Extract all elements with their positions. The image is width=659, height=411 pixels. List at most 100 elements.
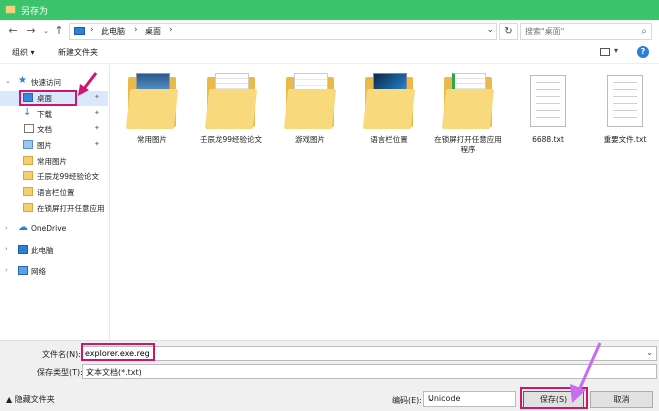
file-list: 常用图片 壬辰龙99经验论文 游戏图片 语言栏位置 在锁屏打开任意应用程序 66… xyxy=(111,65,659,340)
computer-icon xyxy=(74,27,85,35)
file-item-folder[interactable]: 常用图片 xyxy=(115,73,189,145)
download-icon: ↓ xyxy=(23,107,32,118)
breadcrumb-separator-icon[interactable]: › xyxy=(134,25,138,35)
breadcrumb-desktop[interactable]: 桌面 xyxy=(145,26,161,37)
view-dropdown-icon[interactable]: ▾ xyxy=(614,46,618,55)
recent-chevron-down-icon[interactable]: ⌄ xyxy=(39,23,53,39)
file-name: 6688.txt xyxy=(532,135,564,144)
star-icon: ★ xyxy=(18,75,27,86)
folder-icon xyxy=(125,73,179,131)
file-name: 壬辰龙99经验论文 xyxy=(199,135,263,144)
folder-icon xyxy=(283,73,337,131)
new-folder-button[interactable]: 新建文件夹 xyxy=(58,47,98,58)
desktop-highlight-box xyxy=(19,90,77,106)
sidebar-item-label: 图片 xyxy=(37,141,52,150)
folder-icon xyxy=(23,203,33,212)
encoding-select[interactable]: Unicode ⌄ xyxy=(423,391,516,407)
sidebar-item-folder[interactable]: 壬辰龙99经验论文 xyxy=(0,169,108,184)
file-name: 在锁屏打开任意应用程序 xyxy=(434,135,502,154)
forward-arrow-icon[interactable]: → xyxy=(24,23,38,39)
command-toolbar: 组织 ▾ 新建文件夹 ▾ ? xyxy=(0,42,659,64)
annotation-arrow-icon xyxy=(570,342,602,403)
sidebar-item-onedrive[interactable]: › ☁ OneDrive xyxy=(0,222,108,237)
breadcrumb-separator-icon[interactable]: › xyxy=(169,25,173,35)
file-name: 常用图片 xyxy=(137,135,167,144)
sidebar-item-label: 网络 xyxy=(31,267,46,276)
sidebar-item-label: 快速访问 xyxy=(31,78,61,87)
network-icon xyxy=(18,266,28,275)
text-file-icon xyxy=(522,73,574,131)
filename-dropdown-icon[interactable]: ⌄ xyxy=(646,348,653,357)
file-name: 重要文件.txt xyxy=(603,135,647,144)
refresh-icon[interactable]: ↻ xyxy=(499,23,518,40)
filename-label: 文件名(N): xyxy=(42,350,81,359)
sidebar-item-pictures[interactable]: 图片 ✦ xyxy=(0,138,108,153)
sidebar-item-label: 此电脑 xyxy=(31,246,54,255)
sidebar-item-folder[interactable]: 语言栏位置 xyxy=(0,185,108,200)
pin-icon[interactable]: ✦ xyxy=(94,140,100,148)
search-icon[interactable]: ⌕ xyxy=(641,26,647,37)
computer-icon xyxy=(18,245,28,254)
sidebar-item-downloads[interactable]: ↓ 下载 ✦ xyxy=(0,107,108,122)
encoding-label: 编码(E): xyxy=(392,396,422,405)
sidebar-item-network[interactable]: › 网络 xyxy=(0,264,108,279)
sidebar-item-label: 文档 xyxy=(37,125,52,134)
folder-icon xyxy=(362,73,416,131)
filetype-label: 保存类型(T): xyxy=(37,368,83,377)
search-input[interactable] xyxy=(525,25,635,38)
picture-icon xyxy=(23,140,33,149)
address-bar[interactable]: › 此电脑 › 桌面 › ⌄ xyxy=(69,23,497,40)
address-row: ← → ⌄ ↑ › 此电脑 › 桌面 › ⌄ ↻ ⌕ xyxy=(0,20,659,42)
collapse-chevron-icon[interactable]: ⌄ xyxy=(5,77,11,85)
file-name: 语言栏位置 xyxy=(370,135,408,144)
sidebar-item-folder[interactable]: 常用图片 xyxy=(0,154,108,169)
expand-chevron-icon[interactable]: › xyxy=(5,266,8,274)
annotation-arrow-icon xyxy=(78,72,98,96)
navigation-pane: ⌄ ★ 快速访问 桌面 ✦ ↓ 下载 ✦ 文档 ✦ 图片 ✦ 常用图片 壬辰龙9… xyxy=(0,65,110,340)
sidebar-item-label: 语言栏位置 xyxy=(37,188,75,197)
view-options-icon[interactable] xyxy=(600,48,610,56)
sidebar-item-label: OneDrive xyxy=(31,224,67,233)
sidebar-item-this-pc[interactable]: › 此电脑 xyxy=(0,243,108,258)
search-box[interactable]: ⌕ xyxy=(520,23,652,40)
back-arrow-icon[interactable]: ← xyxy=(6,23,20,39)
text-file-icon xyxy=(599,73,651,131)
hide-folders-button[interactable]: ▲ 隐藏文件夹 xyxy=(6,394,55,405)
file-item-folder[interactable]: 游戏图片 xyxy=(273,73,347,145)
breadcrumb-this-pc[interactable]: 此电脑 xyxy=(101,26,125,37)
breadcrumb-separator-icon[interactable]: › xyxy=(90,25,94,35)
file-item-folder[interactable]: 在锁屏打开任意应用程序 xyxy=(431,73,505,155)
organize-button[interactable]: 组织 ▾ xyxy=(12,47,35,58)
sidebar-item-folder[interactable]: 在锁屏打开任意应用 xyxy=(0,201,108,216)
sidebar-item-label: 下载 xyxy=(37,110,52,119)
sidebar-item-label: 常用图片 xyxy=(37,157,67,166)
filename-input[interactable] xyxy=(83,347,643,360)
cloud-icon: ☁ xyxy=(18,222,28,233)
help-icon[interactable]: ? xyxy=(637,46,649,58)
folder-icon xyxy=(441,73,495,131)
sidebar-item-label: 壬辰龙99经验论文 xyxy=(37,172,100,181)
pin-icon[interactable]: ✦ xyxy=(94,124,100,132)
expand-chevron-icon[interactable]: › xyxy=(5,224,8,232)
up-arrow-icon[interactable]: ↑ xyxy=(52,23,66,39)
folder-icon xyxy=(23,156,33,165)
file-name: 游戏图片 xyxy=(295,135,325,144)
document-icon xyxy=(24,124,34,133)
pin-icon[interactable]: ✦ xyxy=(94,109,100,117)
expand-chevron-icon[interactable]: › xyxy=(5,245,8,253)
save-dialog-icon xyxy=(5,5,16,14)
folder-icon xyxy=(204,73,258,131)
file-item-folder[interactable]: 壬辰龙99经验论文 xyxy=(194,73,268,145)
sidebar-item-documents[interactable]: 文档 ✦ xyxy=(0,122,108,137)
folder-icon xyxy=(23,187,33,196)
folder-icon xyxy=(23,171,33,180)
sidebar-item-label: 在锁屏打开任意应用 xyxy=(37,204,105,213)
window-title: 另存为 xyxy=(21,7,49,17)
address-dropdown-icon[interactable]: ⌄ xyxy=(486,25,494,35)
title-bar: 另存为 xyxy=(0,0,659,20)
filename-highlight-box xyxy=(81,343,155,361)
file-item-txt[interactable]: 重要文件.txt xyxy=(588,73,659,145)
encoding-dropdown-icon[interactable]: ⌄ xyxy=(428,394,512,403)
file-item-folder[interactable]: 语言栏位置 xyxy=(352,73,426,145)
file-item-txt[interactable]: 6688.txt xyxy=(511,73,585,145)
